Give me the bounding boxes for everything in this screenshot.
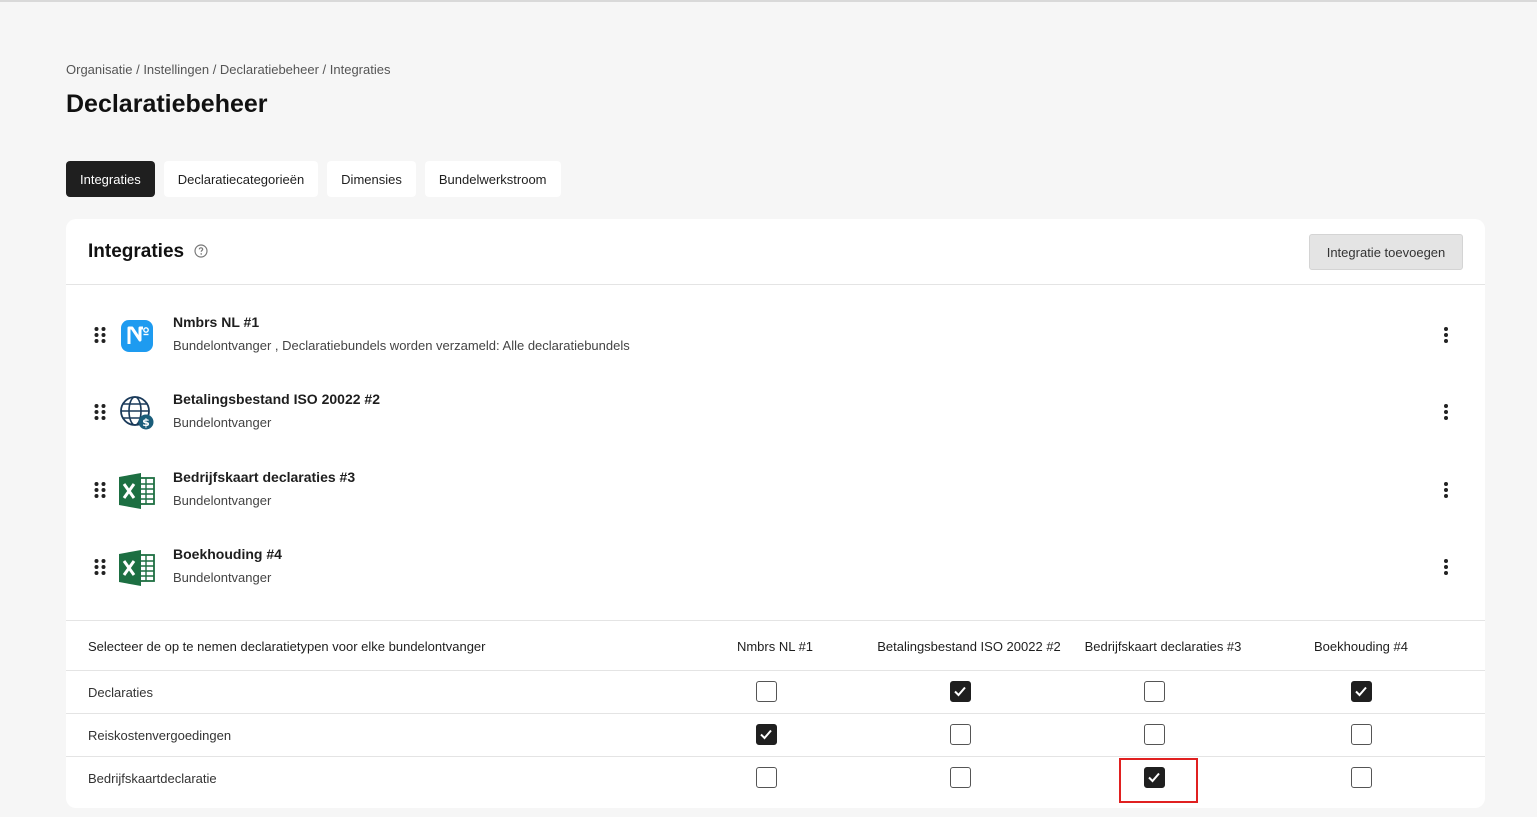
integration-title: Betalingsbestand ISO 20022 #2 bbox=[173, 391, 380, 407]
breadcrumb: Organisatie / Instellingen / Declaratieb… bbox=[66, 62, 391, 77]
integration-subtitle: Bundelontvanger bbox=[173, 570, 272, 585]
tab-dimensies[interactable]: Dimensies bbox=[327, 161, 416, 197]
checkmark-icon bbox=[954, 686, 966, 697]
tab-integraties[interactable]: Integraties bbox=[66, 161, 155, 197]
include-checkbox[interactable] bbox=[1351, 724, 1372, 745]
include-checkbox[interactable] bbox=[1351, 681, 1372, 702]
tab-bundelwerkstroom[interactable]: Bundelwerkstroom bbox=[424, 161, 561, 197]
matrix-row-label: Reiskostenvergoedingen bbox=[88, 728, 232, 743]
drag-handle-icon[interactable] bbox=[93, 325, 107, 345]
more-options-icon[interactable] bbox=[1443, 480, 1449, 500]
top-divider bbox=[0, 0, 1537, 2]
declaration-type-matrix: Selecteer de op te nemen declaratietypen… bbox=[66, 620, 1485, 800]
card-header: Integraties Integratie toevoegen bbox=[66, 219, 1485, 285]
tab-declaratiecategorieen[interactable]: Declaratiecategorieën bbox=[163, 161, 319, 197]
integration-subtitle: Bundelontvanger , Declaratiebundels word… bbox=[173, 338, 630, 353]
excel-icon bbox=[119, 550, 155, 586]
help-circle-icon[interactable] bbox=[194, 244, 208, 258]
include-checkbox[interactable] bbox=[950, 767, 971, 788]
tab-bar: Integraties Declaratiecategorieën Dimens… bbox=[66, 161, 561, 197]
drag-handle-icon[interactable] bbox=[93, 402, 107, 422]
card-title: Integraties bbox=[88, 241, 185, 262]
add-integration-button[interactable]: Integratie toevoegen bbox=[1309, 234, 1463, 270]
include-checkbox[interactable] bbox=[950, 724, 971, 745]
include-checkbox[interactable] bbox=[1144, 767, 1165, 788]
page-title: Declaratiebeheer bbox=[66, 90, 268, 118]
integration-row[interactable]: Nmbrs NL #1 Bundelontvanger , Declaratie… bbox=[66, 306, 1485, 366]
integration-title: Nmbrs NL #1 bbox=[173, 314, 260, 330]
matrix-row: Bedrijfskaartdeclaratie bbox=[66, 757, 1485, 800]
more-options-icon[interactable] bbox=[1443, 557, 1449, 577]
column-header: Nmbrs NL #1 bbox=[736, 639, 814, 654]
column-header: Boekhouding #4 bbox=[1314, 639, 1408, 654]
drag-handle-icon[interactable] bbox=[93, 480, 107, 500]
checkmark-icon bbox=[1148, 772, 1160, 783]
include-checkbox[interactable] bbox=[1144, 724, 1165, 745]
nmbrs-logo-icon bbox=[121, 320, 153, 352]
integration-title: Bedrijfskaart declaraties #3 bbox=[173, 469, 356, 485]
include-checkbox[interactable] bbox=[1351, 767, 1372, 788]
include-checkbox[interactable] bbox=[756, 681, 777, 702]
checkmark-icon bbox=[1355, 686, 1367, 697]
matrix-row: Declaraties bbox=[66, 671, 1485, 714]
matrix-header-label: Selecteer de op te nemen declaratietypen… bbox=[88, 639, 486, 654]
include-checkbox[interactable] bbox=[1144, 681, 1165, 702]
matrix-row-label: Declaraties bbox=[88, 685, 154, 700]
more-options-icon[interactable] bbox=[1443, 402, 1449, 422]
checkmark-icon bbox=[760, 729, 772, 740]
drag-handle-icon[interactable] bbox=[93, 557, 107, 577]
matrix-header: Selecteer de op te nemen declaratietypen… bbox=[66, 620, 1485, 671]
include-checkbox[interactable] bbox=[950, 681, 971, 702]
column-header: Bedrijfskaart declaraties #3 bbox=[1084, 639, 1242, 654]
column-header: Betalingsbestand ISO 20022 #2 bbox=[877, 639, 1061, 654]
integrations-card: Integraties Integratie toevoegen Nmbrs N… bbox=[66, 219, 1485, 808]
svg-text:$: $ bbox=[142, 416, 150, 429]
include-checkbox[interactable] bbox=[756, 767, 777, 788]
integration-title: Boekhouding #4 bbox=[173, 546, 282, 562]
excel-icon bbox=[119, 473, 155, 509]
more-options-icon[interactable] bbox=[1443, 325, 1449, 345]
integration-subtitle: Bundelontvanger bbox=[173, 415, 272, 430]
integration-row[interactable]: $ Betalingsbestand ISO 20022 #2 Bundelon… bbox=[66, 383, 1485, 443]
include-checkbox[interactable] bbox=[756, 724, 777, 745]
matrix-row-label: Bedrijfskaartdeclaratie bbox=[88, 771, 217, 786]
matrix-row: Reiskostenvergoedingen bbox=[66, 714, 1485, 757]
globe-dollar-icon: $ bbox=[120, 396, 154, 430]
integration-row[interactable]: Boekhouding #4 Bundelontvanger bbox=[66, 538, 1485, 598]
integration-subtitle: Bundelontvanger bbox=[173, 493, 272, 508]
integration-row[interactable]: Bedrijfskaart declaraties #3 Bundelontva… bbox=[66, 461, 1485, 521]
